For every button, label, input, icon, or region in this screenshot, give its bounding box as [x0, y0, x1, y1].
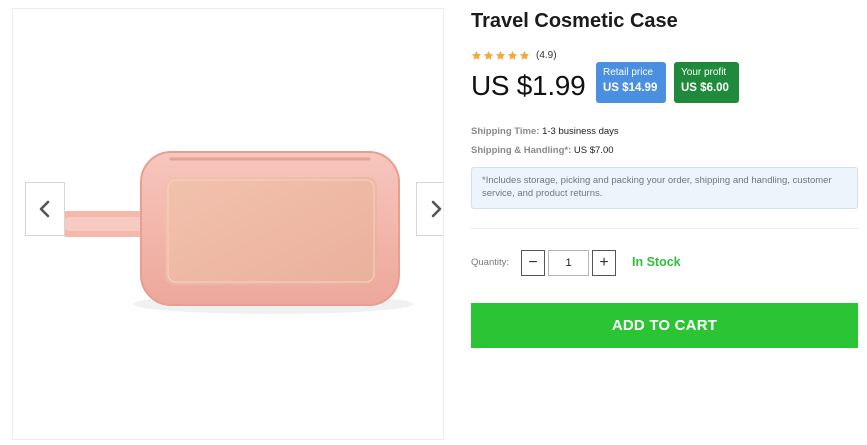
- shipping-time-label: Shipping Time:: [471, 126, 540, 137]
- chevron-left-icon: [39, 200, 50, 218]
- product-title: Travel Cosmetic Case: [471, 10, 678, 32]
- star-icon: [471, 50, 482, 60]
- profit-badge: Your profit US $6.00: [674, 62, 739, 103]
- divider: [471, 228, 858, 229]
- retail-price-value: US $14.99: [603, 82, 658, 94]
- product-gallery: [12, 8, 444, 440]
- star-icon: [507, 50, 518, 60]
- star-icon: [519, 50, 530, 60]
- shipping-time-value: 1-3 business days: [539, 126, 619, 137]
- quantity-input[interactable]: [548, 250, 589, 276]
- star-icon: [495, 50, 506, 60]
- quantity-increase-button[interactable]: +: [592, 250, 616, 276]
- profit-value: US $6.00: [681, 82, 729, 94]
- quantity-decrease-button[interactable]: −: [521, 250, 545, 276]
- stock-status: In Stock: [632, 255, 681, 269]
- retail-price-badge: Retail price US $14.99: [596, 62, 666, 103]
- gallery-next-button[interactable]: [416, 182, 443, 236]
- quantity-label: Quantity:: [471, 257, 510, 268]
- shipping-handling-value: US $7.00: [571, 145, 614, 156]
- add-to-cart-button[interactable]: ADD TO CART: [471, 303, 858, 348]
- star-icon: [483, 50, 494, 60]
- shipping-note: *Includes storage, picking and packing y…: [471, 167, 858, 209]
- shipping-time: Shipping Time: 1-3 business days: [471, 126, 619, 137]
- shipping-handling: Shipping & Handling*: US $7.00: [471, 145, 614, 156]
- product-image: [55, 151, 413, 314]
- chevron-right-icon: [431, 200, 442, 218]
- retail-price-label: Retail price: [603, 67, 654, 78]
- product-page: Travel Cosmetic Case (4.9) US $1.99 Reta…: [0, 0, 867, 445]
- shipping-handling-label: Shipping & Handling*:: [471, 145, 572, 156]
- product-price: US $1.99: [471, 70, 586, 101]
- rating-stars: [471, 50, 530, 61]
- rating-value: (4.9): [536, 49, 557, 61]
- product-rating: (4.9): [471, 48, 557, 62]
- gallery-prev-button[interactable]: [25, 182, 65, 236]
- profit-label: Your profit: [681, 67, 727, 78]
- product-info: Travel Cosmetic Case (4.9) US $1.99 Reta…: [471, 0, 858, 445]
